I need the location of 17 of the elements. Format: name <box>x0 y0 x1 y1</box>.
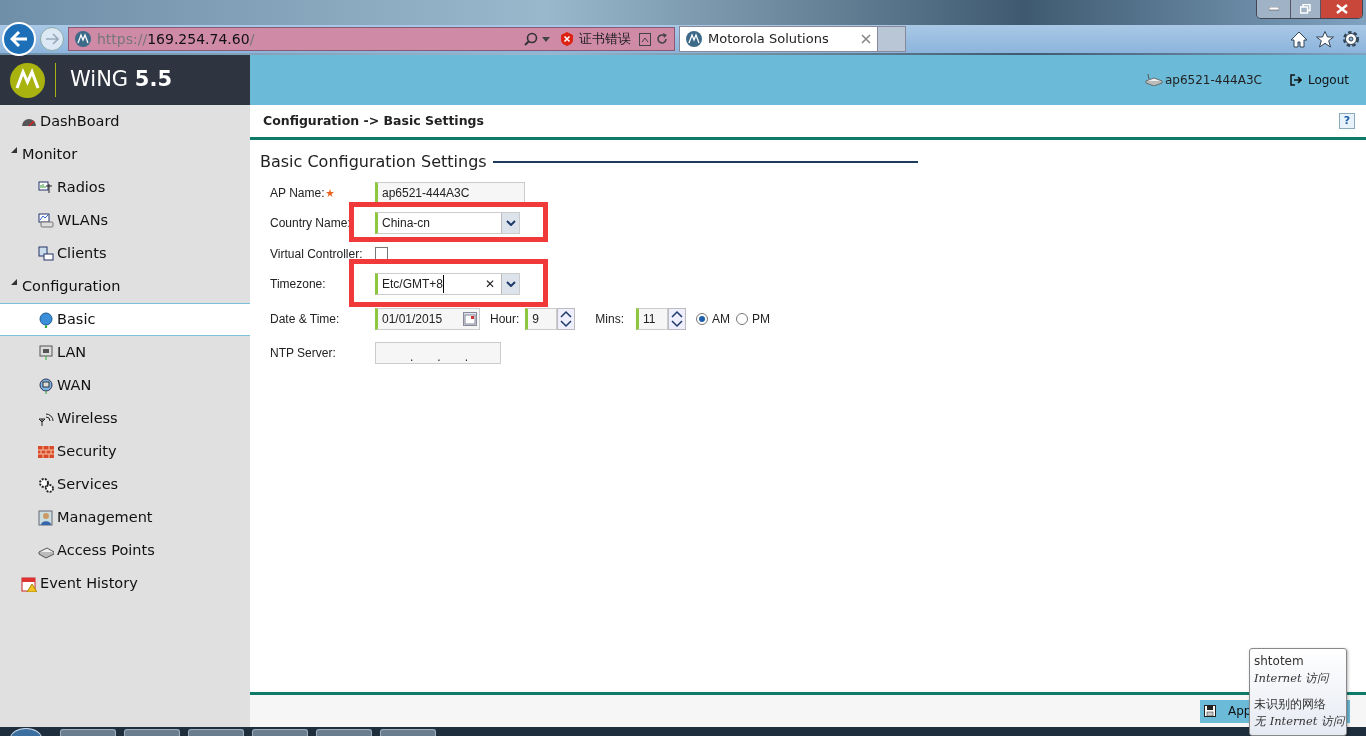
field-label: Timezone: <box>270 277 326 291</box>
field-label: AP Name: <box>270 185 325 200</box>
product-name: WiNG 5.5 <box>70 66 172 94</box>
url-text: https://169.254.74.60/ <box>97 29 256 49</box>
network-name: 未识别的网络 <box>1254 696 1327 714</box>
field-label: Virtual Controller: <box>270 246 363 261</box>
field-label: Date & Time: <box>270 312 340 326</box>
field-label: NTP Server: <box>270 346 336 360</box>
field-label: Mins: <box>595 311 624 328</box>
breadcrumb: Configuration -> Basic Settings <box>263 111 484 130</box>
network-status: Internet 访问 <box>1254 670 1331 687</box>
network-name: shtotem <box>1254 653 1305 670</box>
field-label: Country Name: <box>270 216 351 230</box>
device-name: ap6521-444A3C <box>1164 72 1262 89</box>
section-title: Basic Configuration Settings <box>260 151 487 173</box>
tab-title: Motorola Solutions <box>708 30 830 49</box>
field-label: Hour: <box>490 311 520 328</box>
